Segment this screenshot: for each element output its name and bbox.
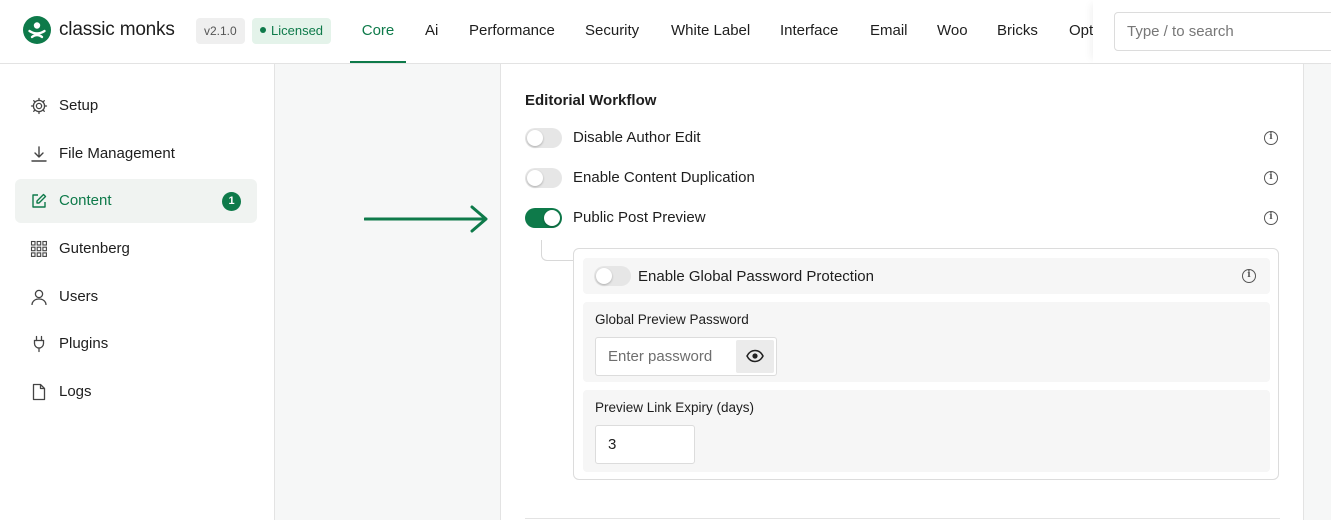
- sidebar-item-users[interactable]: Users: [15, 275, 257, 319]
- sidebar-item-label: Content: [59, 192, 112, 209]
- sidebar-item-setup[interactable]: Setup: [15, 84, 257, 128]
- tab-performance[interactable]: Performance: [469, 0, 555, 63]
- field-label: Preview Link Expiry (days): [595, 400, 755, 415]
- brand-name[interactable]: classic monks: [59, 19, 175, 41]
- count-badge: 1: [222, 192, 241, 211]
- global-password-toggle[interactable]: [594, 266, 631, 286]
- tree-connector: [541, 240, 575, 261]
- sidebar-item-content[interactable]: Content 1: [15, 179, 257, 223]
- public-post-preview-toggle[interactable]: [525, 208, 562, 228]
- setting-label: Disable Author Edit: [573, 129, 701, 146]
- info-icon[interactable]: i: [1242, 269, 1256, 283]
- grid-icon: [30, 240, 47, 257]
- section-title: Editorial Workflow: [525, 92, 657, 109]
- plug-icon: [33, 335, 45, 353]
- toggle-knob: [527, 130, 543, 146]
- setting-label: Enable Global Password Protection: [638, 268, 874, 285]
- tab-ai[interactable]: Ai: [425, 0, 438, 63]
- file-icon: [32, 383, 46, 401]
- info-icon[interactable]: i: [1264, 211, 1278, 225]
- tab-email[interactable]: Email: [870, 0, 908, 63]
- search-input[interactable]: [1114, 12, 1331, 51]
- content-duplication-toggle[interactable]: [525, 168, 562, 188]
- tab-white-label[interactable]: White Label: [671, 0, 750, 63]
- sidebar-item-logs[interactable]: Logs: [15, 370, 257, 414]
- user-icon: [31, 289, 47, 306]
- sidebar-item-label: File Management: [59, 145, 175, 162]
- settings-panel: Editorial Workflow Disable Author Edit i…: [501, 64, 1304, 520]
- gear-icon: [30, 97, 48, 115]
- sidebar-item-file-management[interactable]: File Management: [15, 132, 257, 176]
- info-icon[interactable]: i: [1264, 171, 1278, 185]
- license-status-badge: Licensed: [252, 18, 332, 44]
- expiry-field-group: Preview Link Expiry (days): [583, 390, 1270, 472]
- tab-bricks[interactable]: Bricks: [997, 0, 1038, 63]
- toggle-knob: [596, 268, 612, 284]
- status-dot-icon: [260, 27, 266, 33]
- tab-woo[interactable]: Woo: [937, 0, 968, 63]
- password-field-group: Global Preview Password: [583, 302, 1270, 382]
- version-badge: v2.1.0: [196, 18, 245, 44]
- public-preview-options: Enable Global Password Protection i Glob…: [573, 248, 1279, 480]
- setting-row-disable-author-edit: Disable Author Edit i: [525, 126, 1280, 150]
- arrow-right-icon: [364, 205, 488, 233]
- sidebar-item-gutenberg[interactable]: Gutenberg: [15, 227, 257, 271]
- password-input[interactable]: [596, 338, 736, 375]
- setting-row-global-password: Enable Global Password Protection i: [583, 258, 1270, 294]
- toggle-knob: [527, 170, 543, 186]
- setting-row-public-post-preview: Public Post Preview i: [525, 206, 1280, 230]
- tab-security[interactable]: Security: [585, 0, 639, 63]
- password-input-wrapper: [595, 337, 777, 376]
- setting-label: Enable Content Duplication: [573, 169, 755, 186]
- license-status-label: Licensed: [271, 23, 324, 38]
- setting-label: Public Post Preview: [573, 209, 706, 226]
- eye-icon: [746, 349, 764, 363]
- search-container: [1093, 0, 1331, 63]
- expiry-days-input[interactable]: [595, 425, 695, 464]
- brand-logo-icon[interactable]: [23, 16, 51, 44]
- sidebar-item-label: Users: [59, 288, 99, 305]
- sidebar-item-label: Logs: [59, 383, 92, 400]
- toggle-knob: [544, 210, 560, 226]
- field-label: Global Preview Password: [595, 312, 749, 327]
- sidebar: Setup File Management Content 1 Gutenber…: [0, 64, 275, 520]
- sidebar-item-label: Plugins: [59, 335, 109, 352]
- sidebar-item-label: Setup: [59, 97, 99, 114]
- tab-core[interactable]: Core: [350, 0, 406, 63]
- sidebar-item-label: Gutenberg: [59, 240, 130, 257]
- divider: [525, 518, 1280, 519]
- disable-author-edit-toggle[interactable]: [525, 128, 562, 148]
- tab-opt[interactable]: Opt: [1069, 0, 1093, 63]
- tab-interface[interactable]: Interface: [780, 0, 838, 63]
- middle-column: [275, 64, 501, 520]
- top-bar: classic monks v2.1.0 Licensed Core Ai Pe…: [0, 0, 1331, 64]
- info-icon[interactable]: i: [1264, 131, 1278, 145]
- download-icon: [31, 146, 47, 162]
- show-password-button[interactable]: [736, 340, 774, 373]
- sidebar-item-plugins[interactable]: Plugins: [15, 322, 257, 366]
- setting-row-content-duplication: Enable Content Duplication i: [525, 166, 1280, 190]
- edit-icon: [32, 193, 47, 208]
